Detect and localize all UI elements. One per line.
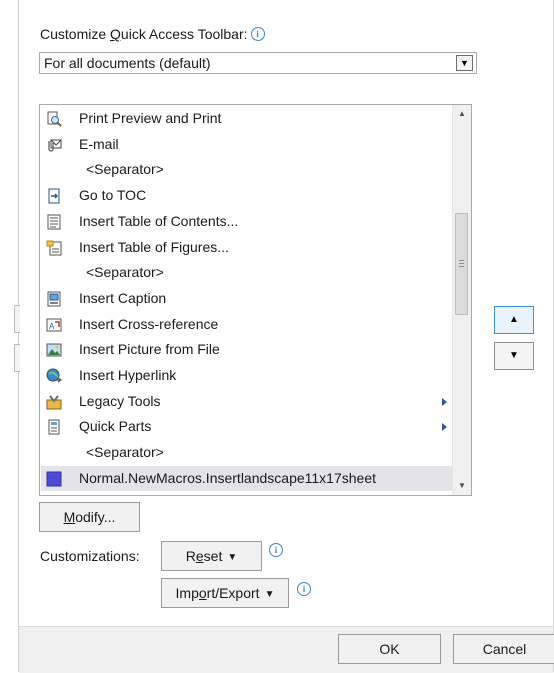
modify-button[interactable]: Modify...: [39, 502, 140, 532]
command-label: Insert Cross-reference: [79, 315, 219, 332]
command-list-item[interactable]: Insert Caption: [41, 286, 452, 312]
command-label: Quick Parts: [79, 418, 152, 435]
chevron-down-icon: ▼: [264, 589, 275, 600]
move-down-button[interactable]: ▼: [494, 342, 534, 370]
info-icon[interactable]: i: [269, 543, 283, 557]
scrollbar-thumb[interactable]: [455, 213, 468, 315]
table-of-contents-icon: [46, 214, 62, 230]
left-panel-edge-tab: [14, 344, 20, 372]
command-label: Legacy Tools: [79, 392, 161, 409]
email-attachment-icon: [46, 137, 62, 153]
grip-line: [459, 263, 464, 264]
separator-item[interactable]: <Separator>: [41, 157, 452, 183]
command-list-item[interactable]: Normal.NewMacros.Insertlandscape11x17she…: [41, 465, 452, 492]
command-list-item[interactable]: Insert Table of Contents...: [41, 209, 452, 235]
triangle-down-icon: ▼: [509, 350, 519, 361]
dropdown-value: For all documents (default): [44, 55, 211, 71]
command-label: <Separator>: [86, 161, 164, 178]
submenu-arrow-icon: [442, 397, 447, 406]
label-accelerator: Q: [110, 26, 121, 42]
button-text: Imp: [175, 585, 199, 601]
command-label: Insert Table of Contents...: [79, 212, 239, 229]
command-label: Go to TOC: [79, 187, 147, 204]
button-accelerator: o: [198, 585, 207, 601]
separator-item[interactable]: <Separator>: [41, 440, 452, 466]
left-panel-edge-tab: [14, 305, 20, 333]
macro-icon: [46, 471, 62, 487]
chevron-down-icon: ▼: [227, 552, 238, 563]
button-text: rt/Export: [206, 585, 260, 601]
button-text: R: [185, 548, 196, 564]
button-text: set: [203, 548, 223, 564]
grip-line: [459, 260, 464, 261]
reset-button[interactable]: Reset ▼: [161, 541, 262, 571]
triangle-up-icon: ▲: [509, 314, 519, 325]
command-list-item[interactable]: Quick Parts: [41, 414, 452, 440]
command-label: E-mail: [79, 135, 119, 152]
insert-caption-icon: [46, 291, 62, 307]
command-list-item[interactable]: Insert Picture from File: [41, 337, 452, 363]
customize-toolbar-label: Customize Quick Access Toolbar: i: [40, 26, 265, 42]
scroll-up-icon[interactable]: ▲: [453, 105, 471, 123]
svg-text:A: A: [49, 322, 55, 331]
cross-reference-icon: A: [46, 317, 62, 333]
hyperlink-icon: [46, 368, 63, 384]
table-of-figures-icon: [46, 240, 62, 256]
command-label: Print Preview and Print: [79, 110, 222, 126]
command-label: <Separator>: [86, 444, 164, 461]
command-label: Normal.NewMacros.Insertlandscape11x17she…: [79, 469, 376, 486]
quick-parts-icon: [46, 419, 62, 435]
document-scope-dropdown[interactable]: For all documents (default) ▼: [39, 52, 477, 74]
scroll-down-icon[interactable]: ▼: [453, 477, 471, 495]
import-export-button[interactable]: Import/Export ▼: [161, 578, 289, 608]
grip-line: [459, 266, 464, 267]
move-up-button[interactable]: ▲: [494, 306, 534, 334]
info-icon[interactable]: i: [297, 582, 311, 596]
command-list-item[interactable]: A Insert Cross-reference: [41, 312, 452, 338]
list-scrollbar[interactable]: ▲ ▼: [452, 105, 471, 495]
goto-toc-icon: [46, 188, 62, 204]
chevron-down-icon[interactable]: ▼: [456, 55, 473, 71]
command-list-item[interactable]: Print Preview and Print: [41, 106, 452, 132]
command-label: <Separator>: [86, 264, 164, 281]
ok-button[interactable]: OK: [338, 634, 441, 664]
button-accelerator: M: [63, 509, 76, 525]
submenu-arrow-icon: [442, 423, 447, 432]
button-text: odify...: [75, 509, 116, 525]
label-text: uick Access Toolbar:: [120, 26, 248, 42]
cancel-button[interactable]: Cancel: [453, 634, 554, 664]
info-icon[interactable]: i: [250, 27, 265, 41]
legacy-tools-icon: [46, 394, 62, 410]
command-label: Insert Picture from File: [79, 341, 220, 358]
command-label: Insert Table of Figures...: [79, 238, 229, 255]
command-label: Insert Hyperlink: [79, 367, 177, 383]
dialog-left-border: [18, 0, 19, 672]
toolbar-commands-list[interactable]: Print Preview and Print E-mail <Separator>…: [39, 104, 472, 496]
label-text: Customize: [40, 26, 111, 42]
command-list-item[interactable]: Insert Hyperlink: [41, 363, 452, 389]
command-list-item[interactable]: Insert Table of Figures...: [41, 235, 452, 261]
picture-icon: [46, 342, 62, 358]
command-list-item[interactable]: Legacy Tools: [41, 389, 452, 415]
command-list-item[interactable]: E-mail: [41, 132, 452, 158]
print-preview-icon: [46, 111, 62, 127]
command-list-item[interactable]: Go to TOC: [41, 183, 452, 209]
customizations-label: Customizations:: [40, 548, 140, 564]
command-label: Insert Caption: [79, 289, 167, 306]
button-accelerator: e: [195, 548, 204, 564]
separator-item[interactable]: <Separator>: [41, 260, 452, 286]
